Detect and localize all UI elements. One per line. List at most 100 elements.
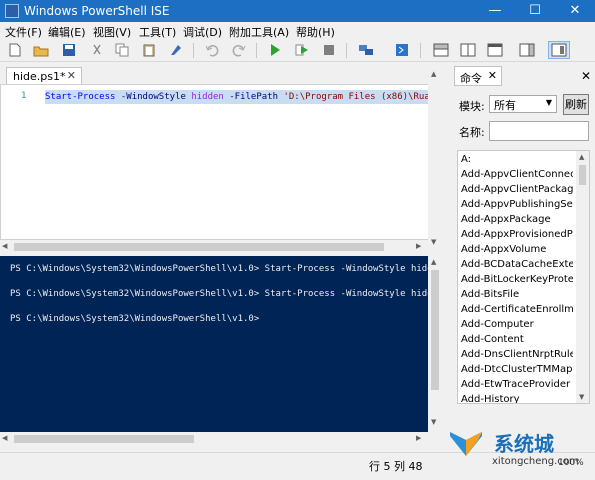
command-list[interactable]: A: Add-AppvClientConnecti Add-AppvClient… bbox=[457, 150, 590, 404]
scroll-thumb[interactable] bbox=[14, 243, 384, 251]
scroll-thumb[interactable] bbox=[14, 435, 194, 443]
scroll-down-icon[interactable]: ▼ bbox=[579, 393, 584, 401]
script-editor[interactable]: 1 Start-Process -WindowStyle hidden -Fil… bbox=[0, 84, 442, 240]
list-item[interactable]: Add-AppvPublishingServ bbox=[461, 199, 573, 210]
minimize-button[interactable]: — bbox=[475, 0, 515, 22]
console-line: PS C:\Windows\System32\WindowsPowerShell… bbox=[10, 314, 260, 324]
toolbar-separator bbox=[346, 43, 347, 58]
show-script-max-icon[interactable] bbox=[484, 41, 506, 59]
list-item[interactable]: Add-AppvClientPackage bbox=[461, 184, 573, 195]
code-cmdlet: Start-Process bbox=[45, 92, 116, 102]
watermark: 系统城 xitongcheng.com 100% bbox=[438, 412, 595, 480]
list-item[interactable]: Add-BitsFile bbox=[461, 289, 573, 300]
console-horizontal-scrollbar[interactable]: ◀ ▶ bbox=[0, 432, 428, 446]
code-line[interactable]: Start-Process -WindowStyle hidden -FileP… bbox=[45, 90, 429, 104]
editor-horizontal-scrollbar[interactable]: ◀ ▶ bbox=[0, 240, 428, 254]
new-icon[interactable] bbox=[6, 41, 24, 59]
watermark-logo-icon bbox=[450, 432, 482, 456]
close-button[interactable]: ✕ bbox=[555, 0, 595, 22]
list-item[interactable]: Add-AppxVolume bbox=[461, 244, 573, 255]
show-command-addon-toggle-icon[interactable] bbox=[548, 41, 570, 59]
console-line: PS C:\Windows\System32\WindowsPowerShell… bbox=[10, 289, 428, 299]
scroll-up-icon[interactable]: ▲ bbox=[579, 153, 584, 161]
copy-icon[interactable] bbox=[113, 41, 131, 59]
window-title: Windows PowerShell ISE bbox=[24, 4, 170, 18]
list-item[interactable]: Add-DtcClusterTMMappi bbox=[461, 364, 573, 375]
show-script-right-icon[interactable] bbox=[457, 41, 479, 59]
console-vertical-scrollbar[interactable]: ▲ ▼ bbox=[428, 256, 442, 432]
scroll-thumb[interactable] bbox=[431, 270, 439, 390]
refresh-button[interactable]: 刷新 bbox=[563, 94, 589, 115]
commands-panel: 命令 ✕ ✕ 模块: 所有 ▼ 刷新 名称: A: Add-AppvClient… bbox=[452, 62, 595, 452]
scroll-down-icon[interactable]: ▼ bbox=[431, 418, 436, 426]
list-item[interactable]: Add-AppxPackage bbox=[461, 214, 573, 225]
tab-hide-ps1[interactable]: hide.ps1* ✕ bbox=[6, 67, 82, 85]
close-tab-icon[interactable]: ✕ bbox=[67, 69, 76, 82]
scroll-left-icon[interactable]: ◀ bbox=[2, 434, 7, 442]
toolbar bbox=[0, 38, 595, 62]
stop-icon[interactable] bbox=[320, 41, 338, 59]
maximize-button[interactable]: ☐ bbox=[515, 0, 555, 22]
list-item[interactable]: Add-History bbox=[461, 394, 573, 403]
list-item[interactable]: A: bbox=[461, 154, 573, 165]
tab-label: hide.ps1* bbox=[13, 70, 66, 83]
close-panel-icon[interactable]: ✕ bbox=[581, 69, 591, 83]
module-select[interactable]: 所有 ▼ bbox=[489, 95, 557, 113]
scroll-right-icon[interactable]: ▶ bbox=[416, 434, 421, 442]
tab-commands[interactable]: 命令 ✕ bbox=[454, 66, 502, 86]
powershell-icon[interactable] bbox=[393, 41, 411, 59]
powershell-ise-icon bbox=[5, 4, 19, 18]
open-icon[interactable] bbox=[32, 41, 50, 59]
scroll-thumb[interactable] bbox=[579, 165, 586, 185]
clear-icon[interactable] bbox=[167, 41, 185, 59]
line-number: 1 bbox=[21, 91, 27, 101]
code-param: -FilePath bbox=[223, 92, 284, 102]
toolbar-separator bbox=[420, 43, 421, 58]
zoom-level[interactable]: 100% bbox=[558, 458, 584, 468]
list-item[interactable]: Add-BitLockerKeyProtect bbox=[461, 274, 573, 285]
list-item[interactable]: Add-DnsClientNrptRule bbox=[461, 349, 573, 360]
scroll-left-icon[interactable]: ◀ bbox=[2, 242, 7, 250]
tab-label: 命令 bbox=[460, 72, 482, 85]
list-item[interactable]: Add-Content bbox=[461, 334, 573, 345]
run-icon[interactable] bbox=[266, 41, 284, 59]
scroll-down-icon[interactable]: ▼ bbox=[431, 238, 436, 246]
editor-vertical-scrollbar[interactable]: ▲ ▼ bbox=[428, 62, 442, 254]
scroll-up-icon[interactable]: ▲ bbox=[431, 70, 436, 78]
paste-icon[interactable] bbox=[140, 41, 158, 59]
cut-icon[interactable] bbox=[88, 41, 106, 59]
list-item[interactable]: Add-AppvClientConnecti bbox=[461, 169, 573, 180]
title-bar: Windows PowerShell ISE — ☐ ✕ bbox=[0, 0, 595, 22]
menu-bar: 文件(F) 编辑(E) 视图(V) 工具(T) 调试(D) 附加工具(A) 帮助… bbox=[0, 22, 595, 39]
show-script-top-icon[interactable] bbox=[430, 41, 452, 59]
list-item[interactable]: Add-CertificateEnrollmer bbox=[461, 304, 573, 315]
chevron-down-icon: ▼ bbox=[545, 98, 552, 107]
code-string: 'D:\Program Files (x86)\Ruanmei bbox=[283, 92, 429, 102]
name-input[interactable] bbox=[489, 121, 589, 141]
code-arg: hidden bbox=[191, 92, 224, 102]
cursor-position: 行 5 列 48 bbox=[369, 460, 423, 473]
editor-tab-bar: hide.ps1* ✕ bbox=[0, 62, 442, 85]
console-line: PS C:\Windows\System32\WindowsPowerShell… bbox=[10, 264, 428, 274]
close-tab-icon[interactable]: ✕ bbox=[488, 69, 497, 82]
code-param: -WindowStyle bbox=[115, 92, 192, 102]
console-pane[interactable]: PS C:\Windows\System32\WindowsPowerShell… bbox=[0, 256, 428, 432]
scroll-right-icon[interactable]: ▶ bbox=[416, 242, 421, 250]
toolbar-separator bbox=[256, 43, 257, 58]
list-item[interactable]: Add-AppxProvisionedPac bbox=[461, 229, 573, 240]
redo-icon[interactable] bbox=[230, 41, 248, 59]
save-icon[interactable] bbox=[60, 41, 78, 59]
run-selection-icon[interactable] bbox=[293, 41, 311, 59]
watermark-brand: 系统城 bbox=[494, 432, 554, 456]
undo-icon[interactable] bbox=[203, 41, 221, 59]
list-scrollbar[interactable]: ▲ ▼ bbox=[576, 151, 589, 403]
list-item[interactable]: Add-EtwTraceProvider bbox=[461, 379, 573, 390]
list-item[interactable]: Add-BCDataCacheExtens bbox=[461, 259, 573, 270]
show-command-addon-icon[interactable] bbox=[516, 41, 538, 59]
scroll-up-icon[interactable]: ▲ bbox=[431, 258, 436, 266]
remote-icon[interactable] bbox=[357, 41, 375, 59]
list-item[interactable]: Add-Computer bbox=[461, 319, 573, 330]
module-label: 模块: bbox=[459, 100, 485, 113]
module-value: 所有 bbox=[494, 99, 516, 112]
toolbar-separator bbox=[193, 43, 194, 58]
